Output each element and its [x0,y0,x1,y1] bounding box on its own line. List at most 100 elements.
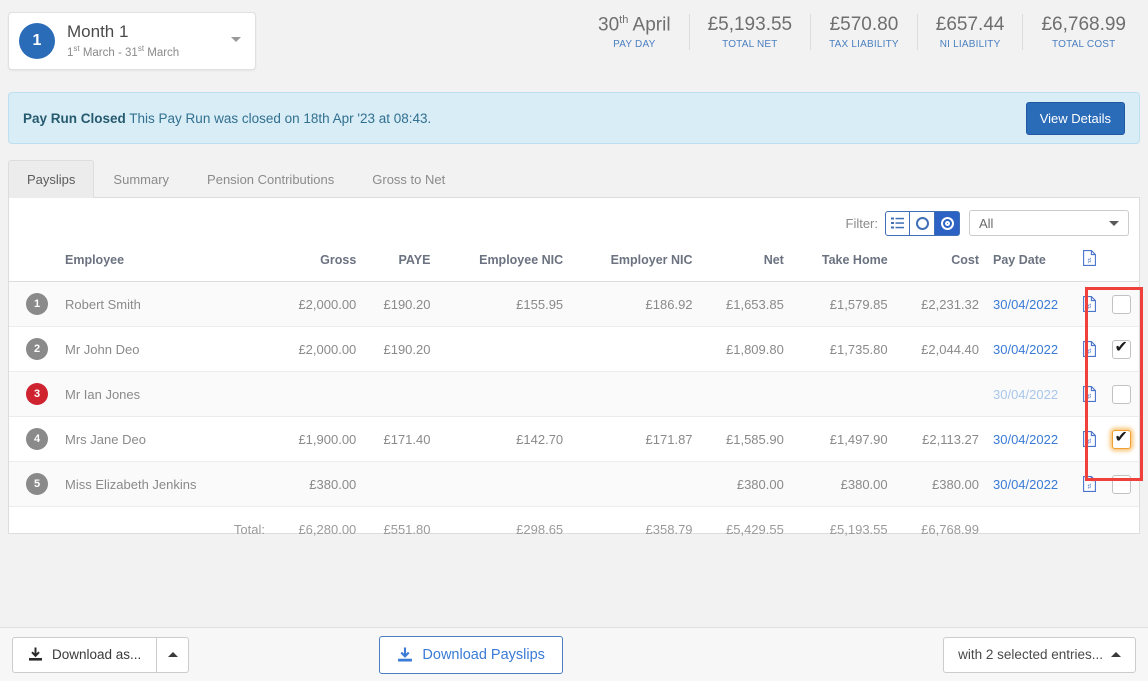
table-totals-row: Total: £6,280.00 £551.80 £298.65 £358.79… [9,507,1139,549]
stat-value: £6,768.99 [1041,14,1126,36]
payslips-table: Employee Gross PAYE Employee NIC Employe… [9,242,1139,548]
cell-employee-nic [430,371,564,417]
cell-cost: £2,113.27 [887,416,979,462]
stat-label: TOTAL NET [722,39,778,51]
tab-summary[interactable]: Summary [94,160,188,198]
table-row[interactable]: 1 Robert Smith £2,000.00 £190.20 £155.95… [9,281,1139,327]
table-row[interactable]: 5 Miss Elizabeth Jenkins £380.00 £380.00… [9,461,1139,507]
row-index-cell: 2 [9,326,65,372]
circle-selected-icon-button[interactable] [935,210,960,236]
pay-period-selector[interactable]: 1 Month 1 1st March - 31st March [8,12,256,70]
svg-text:♯: ♯ [1087,257,1091,264]
row-checkbox[interactable] [1111,338,1131,359]
totals-take-home: £5,193.55 [829,522,888,537]
totals-spacer-select [1103,507,1139,549]
cell-employee-nic: £155.95 [430,281,564,327]
col-index [9,242,65,282]
row-checkbox[interactable] [1111,428,1131,449]
cell-take-home: £1,497.90 [783,416,888,462]
cell-cost [887,371,979,417]
period-number-badge: 1 [19,23,55,59]
tab-gross-to-net[interactable]: Gross to Net [353,160,464,198]
stat-pay-day: 30th April PAY DAY [580,14,690,51]
download-as-dropdown-toggle[interactable] [157,636,190,673]
circle-outline-icon [915,216,929,230]
cell-employer-nic: £171.87 [563,416,693,462]
pay-date-link[interactable]: 30/04/2022 [993,432,1058,447]
row-checkbox[interactable] [1111,384,1131,404]
row-checkbox[interactable] [1111,474,1131,494]
cell-pay-date: 30/04/2022 [979,416,1075,462]
filter-select[interactable]: All [969,210,1129,236]
pay-date-link[interactable]: 30/04/2022 [993,297,1058,312]
period-text: Month 1 1st March - 31st March [67,22,179,60]
row-checkbox[interactable] [1111,294,1131,314]
stat-label: PAY DAY [613,39,656,51]
stat-value-tail: April [628,14,671,36]
cell-paye [356,371,431,417]
table-row[interactable]: 4 Mrs Jane Deo £1,900.00 £171.40 £142.70… [9,416,1139,462]
col-employee: Employee [65,242,265,282]
tab-pension-contributions[interactable]: Pension Contributions [188,160,353,198]
range-tail: March [144,46,180,59]
tab-payslips[interactable]: Payslips [8,160,95,198]
table-row[interactable]: 2 Mr John Deo £2,000.00 £190.20 £1,809.8… [9,326,1139,372]
cell-select [1103,371,1139,417]
table-row[interactable]: 3 Mr Ian Jones 30/04/2022 ♯ [9,371,1139,417]
with-selected-entries-button[interactable]: with 2 selected entries... [943,636,1136,673]
cell-take-home: £1,735.80 [783,326,888,372]
stat-value: £657.44 [935,14,1005,36]
list-icon-button[interactable] [885,210,910,236]
cell-take-home: £1,579.85 [783,281,888,327]
cell-pdf[interactable]: ♯ [1075,416,1103,462]
pay-date-link[interactable]: 30/04/2022 [993,477,1058,492]
cell-cost: £2,044.40 [887,326,979,372]
summary-stats: 30th April PAY DAY £5,193.55 TOTAL NET £… [580,0,1148,51]
cell-pdf[interactable]: ♯ [1075,281,1103,327]
col-paye: PAYE [356,242,431,282]
totals-paye: £551.80 [383,522,431,537]
totals-cost: £6,768.99 [921,522,979,537]
row-index-badge: 5 [26,473,48,495]
cell-employee-nic [430,461,564,507]
download-payslips-button[interactable]: Download Payslips [379,635,563,674]
stat-ni-liability: £657.44 NI LIABILITY [918,14,1024,51]
cell-employee: Mr John Deo [65,326,265,372]
cell-gross: £2,000.00 [265,326,357,372]
cell-cost: £380.00 [887,461,979,507]
download-payslips-label: Download Payslips [422,646,545,663]
row-index-badge: 4 [26,428,48,450]
cell-select [1103,281,1139,327]
stat-label: NI LIABILITY [939,39,1001,51]
circle-outline-icon-button[interactable] [910,210,935,236]
totals-employer-nic: £358.79 [645,522,693,537]
stat-tax-liability: £570.80 TAX LIABILITY [811,14,918,51]
pay-date-link[interactable]: 30/04/2022 [993,387,1058,402]
col-employer-nic: Employer NIC [563,242,693,282]
cell-pdf[interactable]: ♯ [1075,461,1103,507]
cell-take-home: £380.00 [783,461,888,507]
cell-employer-nic: £186.92 [563,281,693,327]
table-header: Employee Gross PAYE Employee NIC Employe… [9,242,1139,282]
cell-pdf[interactable]: ♯ [1075,326,1103,372]
stat-total-net: £5,193.55 TOTAL NET [690,14,812,51]
pay-date-link[interactable]: 30/04/2022 [993,342,1058,357]
row-index-cell: 5 [9,461,65,507]
chevron-down-icon[interactable] [231,37,241,42]
pdf-icon: ♯ [1082,386,1096,403]
cell-net: £1,585.90 [692,416,784,462]
view-details-button[interactable]: View Details [1025,101,1125,135]
pdf-icon: ♯ [1082,250,1096,266]
cell-paye [356,461,431,507]
download-as-button[interactable]: Download as... [12,636,158,673]
stat-value: £5,193.55 [707,14,793,36]
cell-gross: £380.00 [265,461,357,507]
footer-bar: Download as... Download Payslips with 2 … [0,627,1148,681]
alert-body: This Pay Run was closed on 18th Apr '23 … [125,110,432,126]
chevron-up-icon [1110,652,1121,657]
period-title: Month 1 [67,22,129,42]
cell-pdf[interactable]: ♯ [1075,371,1103,417]
cell-paye: £190.20 [356,326,431,372]
row-index-cell: 1 [9,281,65,327]
table-body: 1 Robert Smith £2,000.00 £190.20 £155.95… [9,281,1139,549]
